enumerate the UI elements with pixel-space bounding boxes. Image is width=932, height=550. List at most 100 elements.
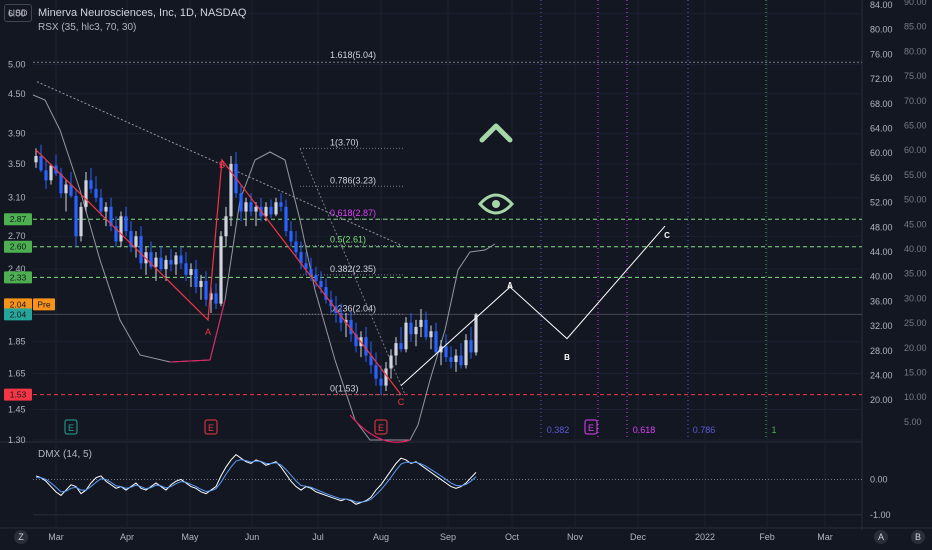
x-tick-label: Nov [567,532,584,542]
candle-body [399,343,403,350]
log-scale-button[interactable]: B [911,530,925,544]
x-tick-label: Oct [505,532,520,542]
right-axis-tick-2: 20.00 [904,343,927,353]
candle-body [194,269,198,288]
left-axis-tick: 1.30 [8,435,26,445]
candle-body [199,280,203,288]
left-axis-tick: 4.50 [8,89,26,99]
auto-scale-button[interactable]: A [874,530,888,544]
candle-body [429,331,433,338]
candle-body [424,319,428,338]
candle-body [244,202,248,212]
candle-body [284,206,288,232]
indicator-label: RSX (35, hlc3, 70, 30) [38,22,137,33]
candle-body [179,255,183,264]
time-fib-label: 0.382 [547,425,570,435]
earnings-marker-label: E [378,423,384,433]
candle-body [254,206,258,212]
candle-body [44,170,48,181]
candle-body [174,255,178,265]
right-axis-tick: 32.00 [870,321,893,331]
left-axis-tick: 3.90 [8,129,26,139]
right-axis-tick-2: 40.00 [904,244,927,254]
right-axis-tick-2: 30.00 [904,293,927,303]
candle-body [64,184,68,194]
right-axis-tick-2: 50.00 [904,195,927,205]
chart-canvas: Mar Apr May Jun Jul Aug Sep Oct Nov Dec 2022 Feb Mar… [0,0,932,550]
candle-body [314,274,318,281]
left-axis-tick: 2.70 [8,231,26,241]
x-tick-label: 2022 [695,532,715,542]
candle-body [154,257,158,267]
x-tick-label: Apr [120,532,134,542]
candle-body [249,202,253,212]
fib-label: 0.382(2.35) [330,264,376,274]
fib-label: 1(3.70) [330,137,359,147]
currency-badge[interactable]: USD [4,4,32,22]
candle-body [464,340,468,366]
right-axis-tick: 64.00 [870,124,893,134]
candle-body [309,269,313,275]
candle-body [99,197,103,212]
price-label: 2.60 [10,242,27,252]
right-axis-tick-2: 80.00 [904,46,927,56]
time-fib-label: 0.786 [693,425,716,435]
fib-label: 1.618(5.04) [330,50,376,60]
candle-body [449,357,453,362]
right-axis-tick-2: 55.00 [904,170,927,180]
dmx-y-tick: 0.00 [870,474,888,484]
candle-body [414,326,418,335]
candle-body [164,259,168,270]
red-wave-label: C [398,397,405,407]
right-axis-tick: 60.00 [870,148,893,158]
right-axis-tick-2: 60.00 [904,145,927,155]
x-tick-label: Jul [312,532,324,542]
candle-body [34,156,38,163]
right-axis-tick-2: 5.00 [904,417,922,427]
x-tick-label: Dec [630,532,647,542]
x-tick-label: Feb [759,532,775,542]
red-wave-label: B [219,160,225,170]
candle-body [274,202,278,215]
right-axis-tick-2: 85.00 [904,22,927,32]
candle-body [239,193,243,212]
right-axis-tick-2: 45.00 [904,219,927,229]
candle-body [264,206,268,217]
right-axis-tick-2: 10.00 [904,392,927,402]
right-axis-tick-2: 15.00 [904,368,927,378]
right-axis-tick: 20.00 [870,395,893,405]
candle-body [189,269,193,275]
dmx-y-tick: -1.00 [870,510,891,520]
candle-body [214,293,218,304]
candle-body [294,241,298,253]
candle-body [124,216,128,232]
candle-body [404,322,408,350]
candle-body [74,195,78,237]
candle-body [454,355,458,362]
right-axis-tick: 56.00 [870,173,893,183]
price-label: Pre [37,299,51,309]
right-axis-tick: 72.00 [870,74,893,84]
price-label: 2.04 [10,309,27,319]
price-label: 2.04 [10,299,27,309]
right-axis-tick-2: 25.00 [904,318,927,328]
background [0,0,932,550]
candle-body [139,236,143,264]
timezone-button[interactable]: Z [14,530,28,544]
right-axis-tick-2: 35.00 [904,269,927,279]
right-axis-tick: 52.00 [870,198,893,208]
x-tick-label: Sep [440,532,456,542]
candle-body [419,319,423,327]
dmx-label: DMX (14, 5) [38,449,92,460]
candle-body [409,322,413,335]
candle-body [119,216,123,242]
time-fib-label: 0.618 [633,425,656,435]
candle-body [269,206,273,215]
eye-pupil [492,200,500,208]
fib-label: 0.786(3.23) [330,175,376,185]
price-label: 1.53 [10,390,27,400]
candle-body [94,188,98,198]
earnings-marker-label: E [68,423,74,433]
candle-body [279,202,283,207]
candle-body [289,231,293,242]
